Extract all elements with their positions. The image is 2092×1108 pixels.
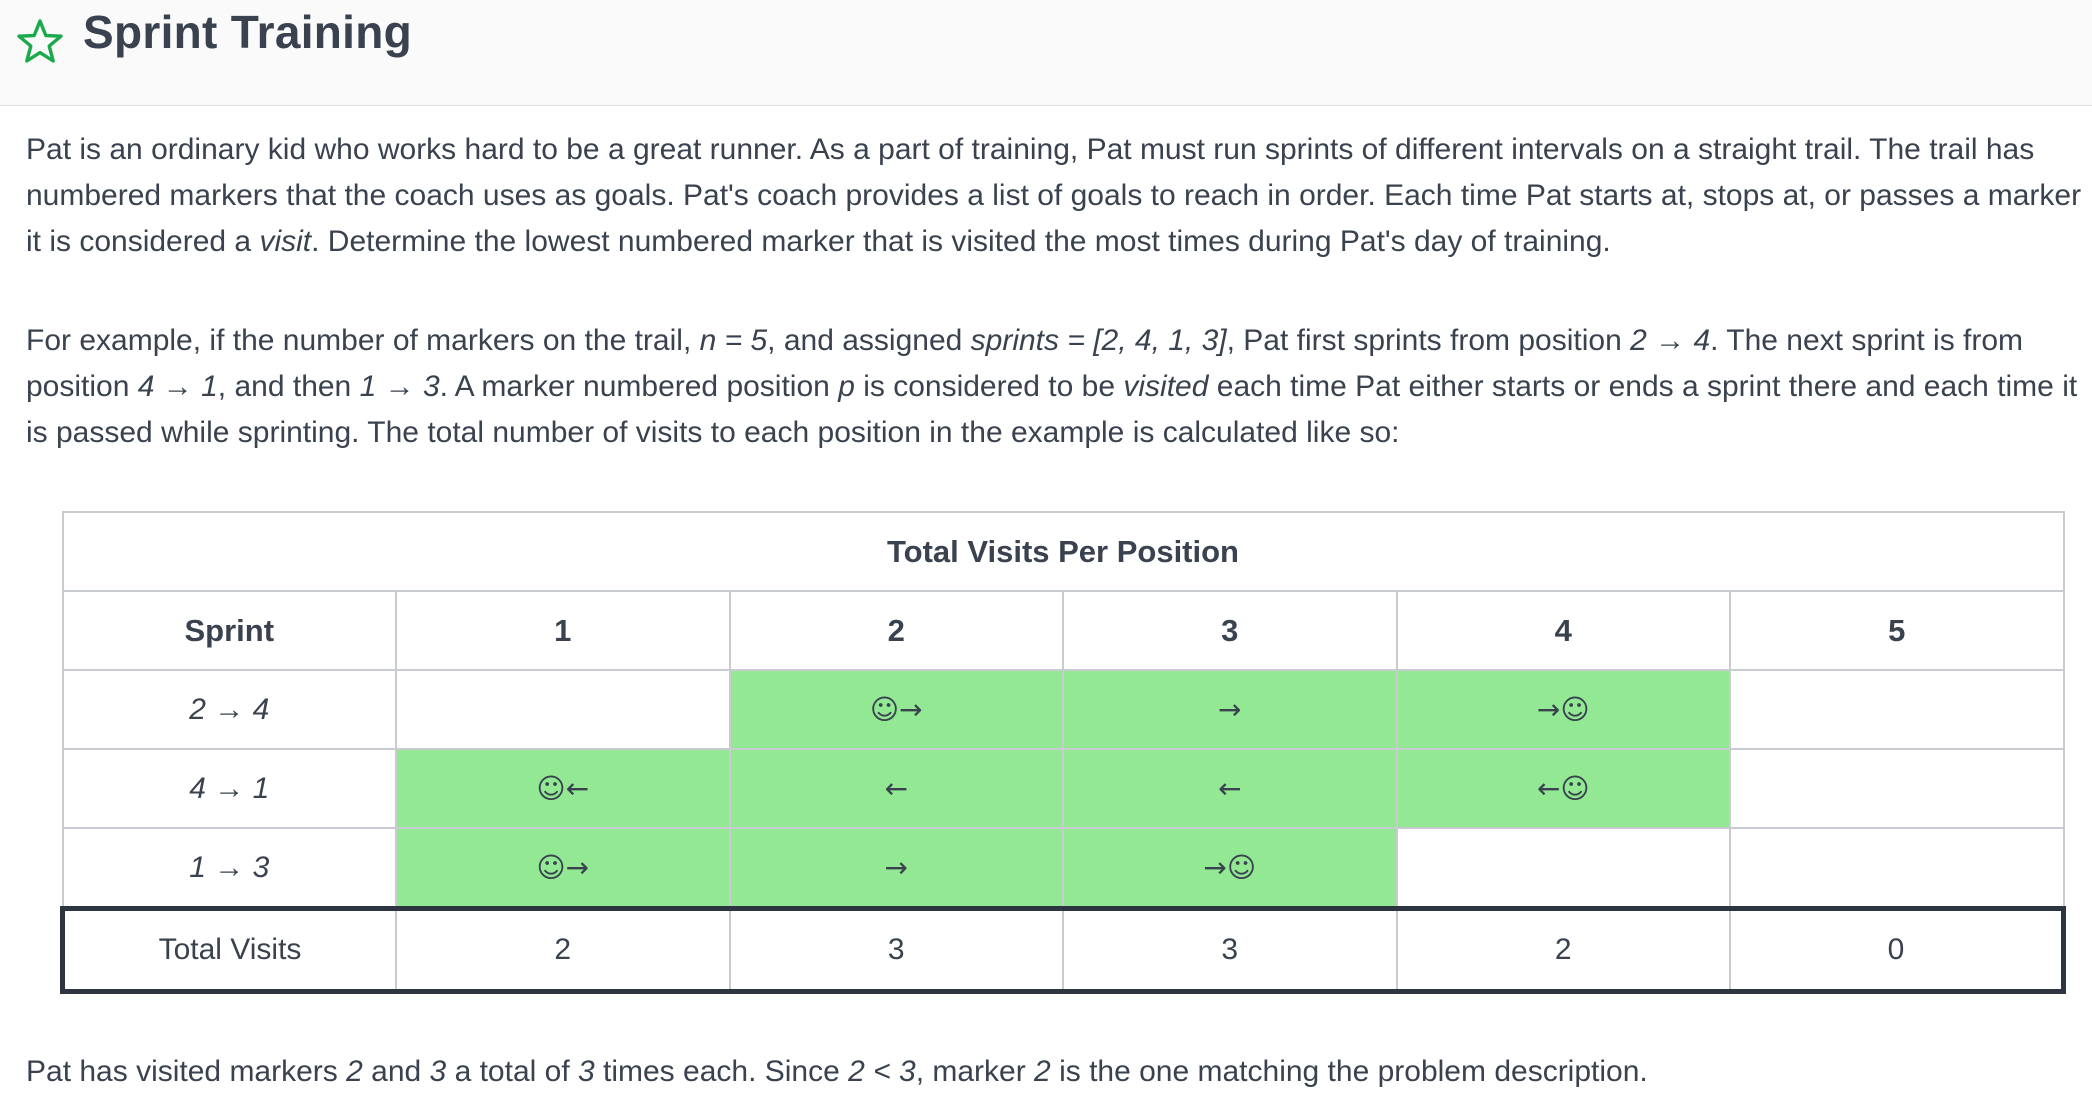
text-span: a total of xyxy=(446,1055,578,1088)
table-caption-row: Total Visits Per Position xyxy=(61,511,2065,592)
visit-cell xyxy=(395,669,731,750)
text-span: , marker xyxy=(915,1055,1035,1088)
text-span: . Determine the lowest numbered marker t… xyxy=(311,225,1611,258)
emphasis-span: visit xyxy=(259,225,312,258)
emphasis-span: sprints = [2, 4, 1, 3] xyxy=(970,324,1227,357)
emphasis-span: 1 → 3 xyxy=(359,370,440,403)
emphasis-span: p xyxy=(838,370,855,403)
page-header: Sprint Training xyxy=(0,0,2092,106)
total-visits-value: 2 xyxy=(1395,906,1731,994)
conclusion-paragraph: Pat has visited markers 2 and 3 a total … xyxy=(26,1052,1648,1092)
sprint-label: 1 → 3 xyxy=(61,827,397,910)
star-outline-icon[interactable] xyxy=(16,18,64,64)
sprint-label: 2 → 4 xyxy=(61,669,397,750)
page-title: Sprint Training xyxy=(83,6,413,58)
column-header-sprint: Sprint xyxy=(61,590,397,671)
visit-cell: ☺→ xyxy=(395,827,731,910)
table-caption: Total Visits Per Position xyxy=(61,511,2065,592)
visit-cell xyxy=(1729,669,2065,750)
intro-paragraph-2: For example, if the number of markers on… xyxy=(26,318,2086,456)
visit-cell: ← xyxy=(728,748,1064,829)
total-visits-value: 2 xyxy=(395,906,731,994)
visit-cell: ←☺ xyxy=(1395,748,1731,829)
visit-cell: →☺ xyxy=(1062,827,1398,910)
text-span: is the one matching the problem descript… xyxy=(1050,1055,1648,1088)
sprint-label: 4 → 1 xyxy=(61,748,397,829)
column-header-position: 1 xyxy=(395,590,731,671)
text-span: times each. Since xyxy=(594,1055,849,1088)
emphasis-span: 3 xyxy=(429,1055,447,1088)
text-span: , and then xyxy=(217,370,360,403)
text-span: , and assigned xyxy=(767,324,971,357)
emphasis-span: 2 → 4 xyxy=(1630,324,1711,357)
emphasis-span: visited xyxy=(1123,370,1209,403)
visit-cell: → xyxy=(1062,669,1398,750)
column-header-position: 5 xyxy=(1729,590,2065,671)
total-visits-value: 3 xyxy=(1062,906,1398,994)
emphasis-span: 2 xyxy=(1034,1055,1051,1088)
emphasis-span: 2 xyxy=(346,1055,363,1088)
visit-cell: → xyxy=(728,827,1064,910)
intro-paragraph-1: Pat is an ordinary kid who works hard to… xyxy=(26,127,2086,265)
problem-statement: Pat is an ordinary kid who works hard to… xyxy=(26,127,2086,509)
visit-cell xyxy=(1729,827,2065,910)
visits-table-container: Total Visits Per Position Sprint 1 2 3 4… xyxy=(60,511,2066,994)
total-visits-value: 3 xyxy=(728,906,1064,994)
text-span: and xyxy=(362,1055,430,1088)
emphasis-span: 4 → 1 xyxy=(137,370,218,403)
emphasis-span: n = 5 xyxy=(699,324,768,357)
text-span: For example, if the number of markers on… xyxy=(26,324,700,357)
column-header-position: 4 xyxy=(1395,590,1731,671)
emphasis-span: 3 xyxy=(577,1055,595,1088)
table-header-row: Sprint 1 2 3 4 5 xyxy=(61,590,2065,671)
visit-cell: ☺← xyxy=(395,748,731,829)
text-span: Pat has visited markers xyxy=(26,1055,347,1088)
visits-table: Total Visits Per Position Sprint 1 2 3 4… xyxy=(60,511,2066,994)
text-span: , Pat first sprints from position xyxy=(1226,324,1631,357)
table-row: 1 → 3 ☺→ → →☺ xyxy=(61,827,2065,910)
visit-cell xyxy=(1395,827,1731,910)
emphasis-span: 2 < 3 xyxy=(848,1055,916,1088)
column-header-position: 2 xyxy=(728,590,1064,671)
visit-cell: ☺→ xyxy=(728,669,1064,750)
column-header-position: 3 xyxy=(1062,590,1398,671)
table-row: 2 → 4 ☺→ → →☺ xyxy=(61,669,2065,750)
visit-cell xyxy=(1729,748,2065,829)
total-visits-row: Total Visits 2 3 3 2 0 xyxy=(60,906,2066,994)
text-span: . A marker numbered position xyxy=(439,370,839,403)
total-visits-value: 0 xyxy=(1729,906,2066,994)
table-row: 4 → 1 ☺← ← ← ←☺ xyxy=(61,748,2065,829)
text-span: is considered to be xyxy=(854,370,1124,403)
total-visits-label: Total Visits xyxy=(60,906,397,994)
visit-cell: →☺ xyxy=(1395,669,1731,750)
visit-cell: ← xyxy=(1062,748,1398,829)
